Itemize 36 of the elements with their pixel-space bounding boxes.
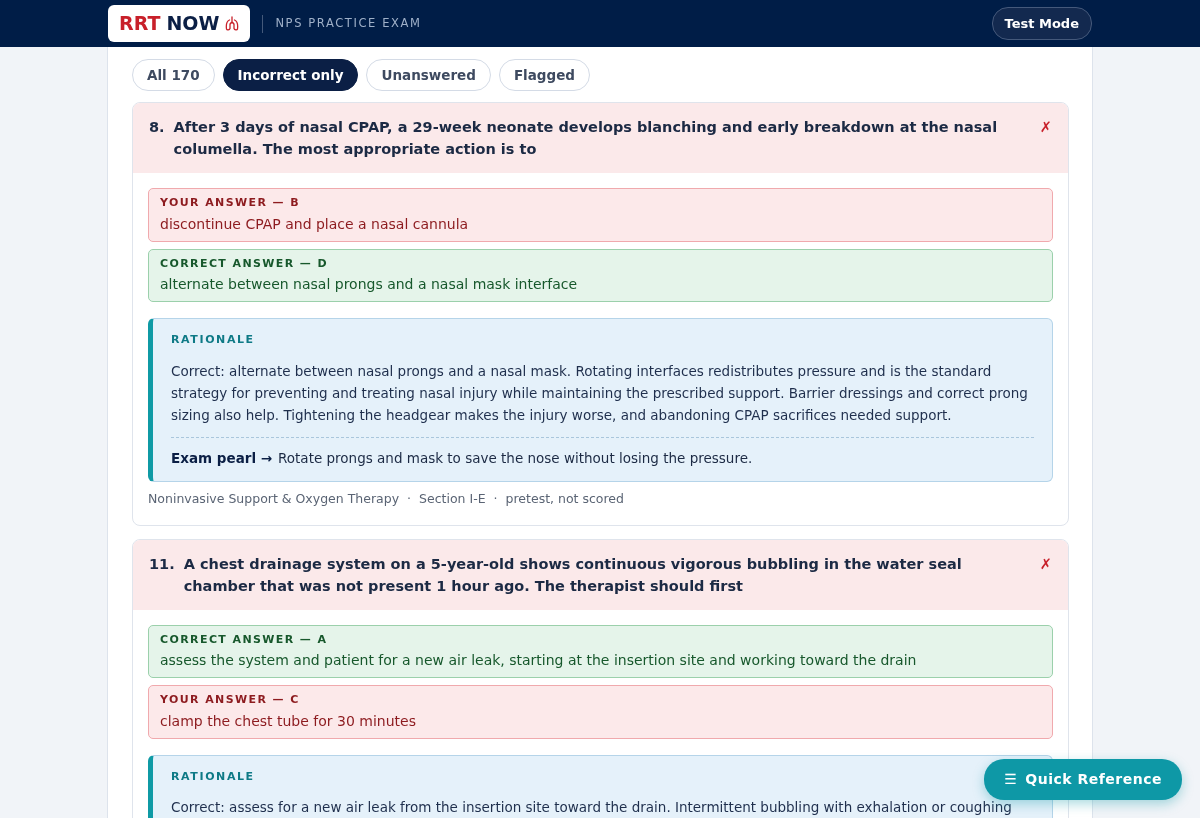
mode-button[interactable]: Test Mode xyxy=(991,6,1092,41)
pearl-label: Exam pearl → xyxy=(171,448,273,468)
incorrect-mark: ✗ xyxy=(1039,554,1052,574)
meta-text: Noninvasive Support & Oxygen Therapy xyxy=(148,490,400,508)
answer-text: assess the system and patient for a new air leak, starting at the insertion site and working toward the drain xyxy=(160,651,918,671)
meta-text: Section I-E xyxy=(419,490,486,508)
pearl-text: Rotate prongs and mask to save the nose without losing the pressure. xyxy=(278,448,753,468)
meta-text: pretest, not scored xyxy=(505,490,624,508)
answer-label: CORRECT ANSWER — D xyxy=(160,255,330,272)
question-text: A chest drainage system on a 5-year-old shows continuous vigorous bubbling in the water seal chamber that was not present 1 hour ago. The therapist should first xyxy=(183,554,963,596)
question-number: 11. xyxy=(149,554,175,574)
question-number: 8. xyxy=(149,118,165,138)
meta-text: · xyxy=(407,490,412,508)
answer-text: alternate between nasal prongs and a nasal mask interface xyxy=(160,275,579,295)
filter-tab[interactable]: All 170 xyxy=(132,59,215,92)
filter-tab[interactable]: Unanswered xyxy=(366,59,491,92)
answer-label: YOUR ANSWER — B xyxy=(160,195,301,212)
answer-label: CORRECT ANSWER — A xyxy=(160,631,329,648)
rationale-text: Correct: assess for a new air leak from the insertion site toward the drain. Intermittent bubbling with exhalation or coughing xyxy=(171,798,1013,818)
answer-label: YOUR ANSWER — C xyxy=(160,692,301,709)
brand-logo[interactable]: RRT NOW xyxy=(108,5,251,42)
filter-tab[interactable]: Flagged xyxy=(498,59,590,92)
filter-tab[interactable]: Incorrect only xyxy=(222,59,359,92)
lungs-icon xyxy=(225,15,240,32)
incorrect-mark: ✗ xyxy=(1039,118,1052,138)
question-text: After 3 days of nasal CPAP, a 29-week neonate develops blanching and early breakdown at the nasal columella. The most appropriate action is to xyxy=(173,118,999,160)
answer-text: discontinue CPAP and place a nasal cannula xyxy=(160,214,470,234)
brand-text: RRT xyxy=(119,11,161,37)
rationale-label: RATIONALE xyxy=(171,332,255,349)
meta-text: · xyxy=(493,490,498,508)
brand-text: NOW xyxy=(166,11,220,37)
rationale-label: RATIONALE xyxy=(171,768,255,785)
menu-icon: ☰ xyxy=(1004,771,1018,787)
rationale-text: Correct: alternate between nasal prongs and a nasal mask. Rotating interfaces redistributes pressure and is the standard strategy for preventing and treating nasal injury while maintaining the prescribed support. Barrier dressings and correct prong sizing also help. Tightening the headgear makes the injury worse, and abandoning CPAP sacrifices needed support. xyxy=(171,361,1029,425)
answer-text: clamp the chest tube for 30 minutes xyxy=(160,711,417,731)
exam-title: NPS PRACTICE EXAM xyxy=(275,14,422,32)
